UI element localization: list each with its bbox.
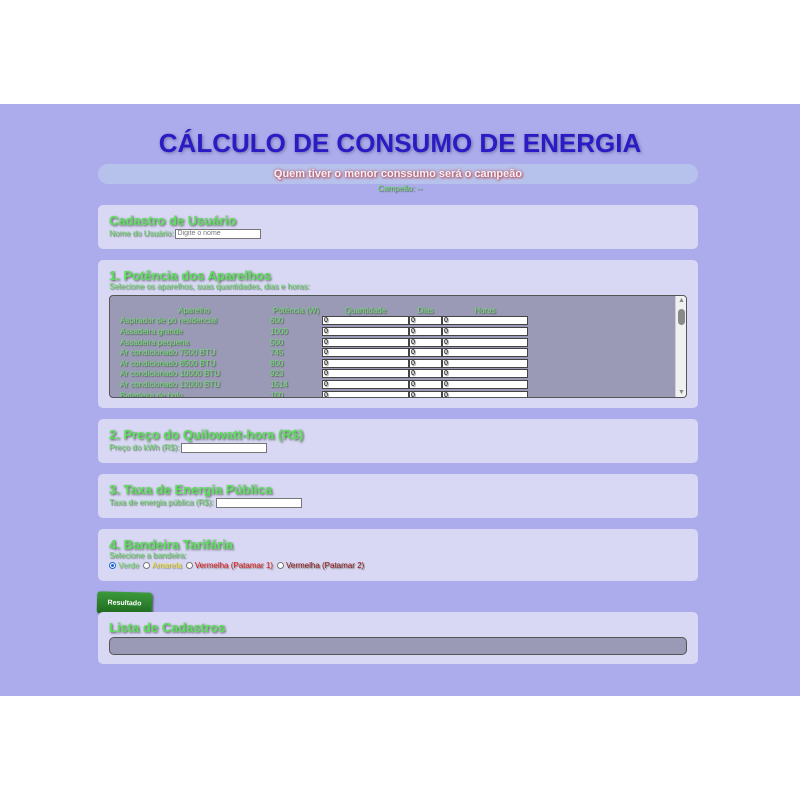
registrations-list-box (109, 637, 687, 655)
table-row: Assadeira pequena 500 0 0 0 (118, 337, 528, 348)
public-energy-tax-card: 3. Taxa de Energia Pública Taxa de energ… (98, 474, 698, 518)
days-input[interactable]: 0 (409, 337, 442, 347)
appliance-name: Assadeira grande (120, 326, 183, 336)
table-row: Ar condicionado 12000 BTU 1514 0 0 0 (118, 379, 528, 390)
user-name-label: Nome do Usuário: (109, 229, 174, 238)
quantity-input[interactable]: 0 (322, 358, 409, 368)
hours-input[interactable]: 0 (442, 348, 528, 358)
flag-option-label[interactable]: Vermelha (Patamar 1) (195, 561, 273, 570)
flag-option-label[interactable]: Amarela (152, 561, 182, 570)
hours-input[interactable]: 0 (442, 326, 528, 336)
quantity-input[interactable]: 0 (322, 348, 409, 358)
table-row: Ar condicionado 7500 BTU 745 0 0 0 (118, 347, 528, 358)
appliance-list[interactable]: Aparelho Potência (W) Quantidade Dias Ho… (109, 295, 687, 398)
table-row: Batedeira de bolo 100 0 0 0 (118, 390, 528, 398)
table-row: Assadeira grande 1000 0 0 0 (118, 326, 528, 337)
quantity-input[interactable]: 0 (322, 390, 409, 397)
column-header: Potência (W) (272, 305, 320, 315)
flag-radio[interactable] (185, 562, 193, 569)
column-header: Aparelho (177, 305, 211, 315)
kwh-price-input[interactable] (181, 442, 268, 453)
appliance-power: 1514 (270, 379, 288, 389)
quantity-input[interactable]: 0 (322, 337, 409, 347)
appliance-name: Assadeira pequena (120, 337, 189, 347)
hours-input[interactable]: 0 (442, 337, 528, 347)
table-row: Ar condicionado 8500 BTU 800 0 0 0 (118, 358, 528, 369)
scroll-down-icon[interactable]: ▼ (678, 389, 685, 396)
appliance-table: Aparelho Potência (W) Quantidade Dias Ho… (118, 305, 528, 398)
page-background: CÁLCULO DE CONSUMO DE ENERGIA Quem tiver… (0, 104, 800, 696)
appliance-power: 745 (270, 348, 284, 358)
column-header: Horas (474, 305, 496, 315)
appliance-name: Ar condicionado 10000 BTU (120, 369, 221, 379)
registrations-list-card: Lista de Cadastros (98, 612, 698, 664)
kwh-price-heading: 2. Preço do Quilowatt-hora (R$) (109, 427, 304, 442)
appliance-power-subtitle: Selecione os aparelhos, suas quantidades… (109, 282, 310, 291)
appliance-name: Ar condicionado 7500 BTU (120, 348, 216, 358)
appliance-power: 500 (270, 337, 284, 347)
flag-radio[interactable] (142, 562, 150, 569)
tariff-flag-options: Verde Amarela Vermelha (Patamar 1) Vermelha… (109, 561, 687, 570)
days-input[interactable]: 0 (409, 369, 442, 379)
days-input[interactable]: 0 (409, 390, 442, 397)
appliance-list-scrollbar[interactable]: ▲ ▼ (675, 296, 686, 397)
tariff-flag-heading: 4. Bandeira Tarifária (109, 537, 234, 552)
user-registration-card: Cadastro de Usuário Nome do Usuário: (98, 205, 698, 249)
days-input[interactable]: 0 (409, 326, 442, 336)
days-input[interactable]: 0 (409, 379, 442, 389)
appliance-power-heading: 1. Potência dos Aparelhos (109, 268, 272, 283)
days-input[interactable]: 0 (409, 348, 442, 358)
kwh-price-label: Preço do kWh (R$): (109, 443, 180, 452)
appliance-power: 923 (270, 369, 284, 379)
appliance-name: Ar condicionado 8500 BTU (120, 358, 216, 368)
flag-option-label[interactable]: Verde (118, 561, 139, 570)
registrations-list-heading: Lista de Cadastros (109, 620, 226, 635)
column-header: Dias (417, 305, 434, 315)
appliance-name: Ar condicionado 12000 BTU (120, 379, 221, 389)
kwh-price-card: 2. Preço do Quilowatt-hora (R$) Preço do… (98, 419, 698, 463)
public-energy-tax-heading: 3. Taxa de Energia Pública (109, 482, 273, 497)
public-energy-tax-input[interactable] (215, 497, 302, 508)
quantity-input[interactable]: 0 (322, 326, 409, 336)
flag-radio[interactable] (276, 562, 284, 569)
appliance-power: 100 (270, 390, 284, 398)
appliance-name: Batedeira de bolo (120, 390, 183, 398)
tariff-flag-card: 4. Bandeira Tarifária Selecione a bandei… (98, 529, 698, 581)
hours-input[interactable]: 0 (442, 316, 528, 326)
appliance-power-card: 1. Potência dos Aparelhos Selecione os a… (98, 260, 698, 408)
hours-input[interactable]: 0 (442, 379, 528, 389)
quantity-input[interactable]: 0 (322, 379, 409, 389)
page-title: CÁLCULO DE CONSUMO DE ENERGIA (158, 128, 642, 158)
appliance-power: 800 (270, 358, 284, 368)
user-registration-heading: Cadastro de Usuário (109, 213, 237, 228)
table-row: Aspirador de pó residencial 600 0 0 0 (118, 316, 528, 327)
flag-option-label[interactable]: Vermelha (Patamar 2) (286, 561, 364, 570)
quantity-input[interactable]: 0 (322, 316, 409, 326)
hours-input[interactable]: 0 (442, 358, 528, 368)
hours-input[interactable]: 0 (442, 369, 528, 379)
days-input[interactable]: 0 (409, 316, 442, 326)
quantity-input[interactable]: 0 (322, 369, 409, 379)
user-name-input[interactable] (175, 228, 262, 239)
scroll-up-icon[interactable]: ▲ (678, 297, 685, 304)
hours-input[interactable]: 0 (442, 390, 528, 397)
appliance-name: Aspirador de pó residencial (120, 316, 217, 326)
flag-radio[interactable] (109, 562, 116, 569)
champion-label: Campeão: -- (377, 184, 423, 193)
scroll-thumb[interactable] (678, 309, 685, 325)
appliance-power: 1000 (270, 326, 288, 336)
table-row: Ar condicionado 10000 BTU 923 0 0 0 (118, 369, 528, 380)
public-energy-tax-label: Taxa de energia pública (R$): (109, 498, 214, 507)
appliance-power: 600 (270, 316, 284, 326)
days-input[interactable]: 0 (409, 358, 442, 368)
tariff-flag-label: Selecione a bandeira: (109, 551, 187, 560)
champion-banner: Quem tiver o menor conssumo será o campe… (98, 164, 698, 184)
column-header: Quantidade (344, 305, 387, 315)
